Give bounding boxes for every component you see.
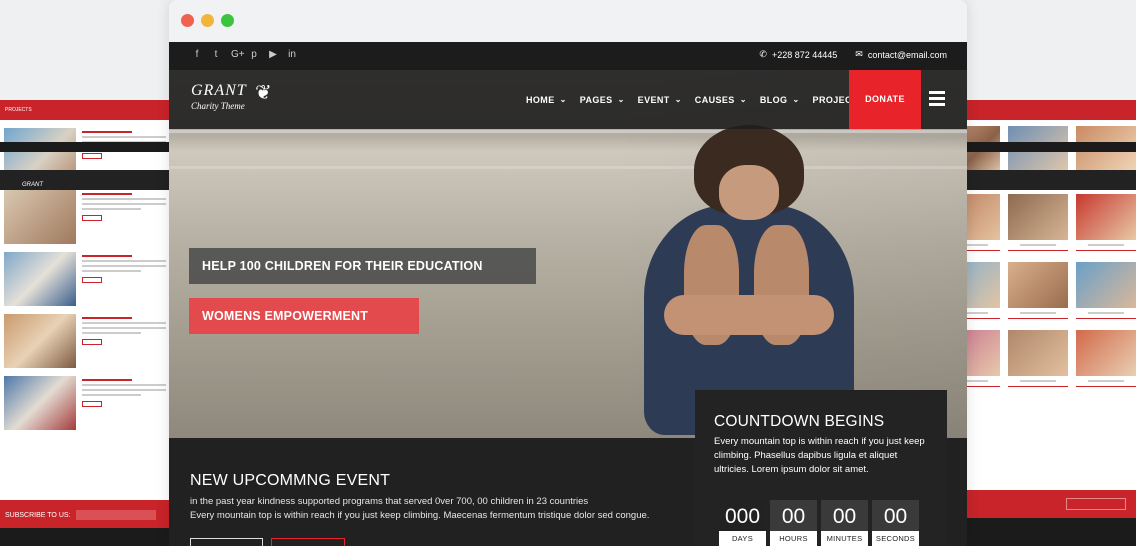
youtube-icon[interactable]: ▶ [269, 49, 277, 60]
bg-section-bar: PROJECTS [0, 100, 170, 120]
donate-button[interactable]: DONATE [849, 70, 921, 129]
bg-subscribe-bar [966, 490, 1136, 518]
phone-icon: ✆ [759, 49, 767, 59]
countdown-value: 00 [883, 505, 908, 528]
logo-name: GRANT [191, 82, 247, 99]
bg-footer [0, 528, 170, 546]
chevron-down-icon: ⌄ [559, 95, 567, 104]
nav-item-causes[interactable]: CAUSES ⌄ [695, 95, 747, 105]
social-links: f t G+ p ▶ in [193, 49, 296, 60]
chevron-down-icon: ⌄ [792, 95, 800, 104]
site-logo[interactable]: GRANT Charity Theme ❦ [191, 82, 272, 111]
countdown-days: 000 DAYS [719, 500, 766, 546]
countdown-value: 000 [719, 500, 766, 531]
countdown-label: DAYS [719, 531, 766, 546]
minimize-window-button[interactable] [201, 14, 214, 27]
facebook-icon[interactable]: f [193, 49, 201, 60]
event-button-primary[interactable] [190, 538, 263, 546]
top-info-bar: f t G+ p ▶ in ✆ +228 872 44445 ✉ contact… [169, 42, 967, 70]
bg-gallery-grid [966, 120, 1136, 392]
bg-subscribe-button [1066, 498, 1126, 510]
email-address: contact@email.com [867, 49, 947, 60]
countdown-value: 00 [781, 505, 806, 528]
countdown-hours: 00 HOURS [770, 500, 817, 546]
logo-tagline: Charity Theme [191, 101, 245, 111]
event-line-2: Every mountain top is within reach if yo… [190, 510, 650, 521]
nav-item-pages[interactable]: PAGES ⌄ [580, 95, 625, 105]
phone-number: +228 872 44445 [771, 49, 838, 60]
linkedin-icon[interactable]: in [288, 49, 296, 60]
bg-topbar [966, 142, 1136, 152]
countdown-panel: COUNTDOWN BEGINS Every mountain top is w… [695, 390, 947, 546]
bg-topbar [0, 142, 170, 152]
pinterest-icon[interactable]: p [250, 49, 258, 60]
nav-menu: HOME ⌄ PAGES ⌄ EVENT ⌄ CAUSES ⌄ BLOG ⌄ PROJEC… [526, 70, 877, 129]
envelope-icon: ✉ [855, 49, 863, 59]
window-titlebar [169, 0, 967, 42]
bg-navbar: GRANT DONATE [0, 170, 170, 190]
hero-tag-education[interactable]: HELP 100 CHILDREN FOR THEIR EDUCATION [189, 248, 536, 284]
bg-list-item [0, 182, 170, 244]
countdown-minutes: 00 MINUTES [821, 500, 868, 546]
bg-list-item [0, 368, 170, 430]
email-contact[interactable]: ✉ contact@email.com [855, 49, 947, 60]
feather-icon: ❦ [255, 82, 272, 104]
countdown-seconds: 00 SECONDS [872, 500, 919, 546]
bg-subscribe-bar: SUBSCRIBE TO US: [0, 500, 170, 528]
background-page-right: DONATE [966, 100, 1136, 546]
countdown-label: MINUTES [821, 531, 868, 546]
bg-footer [966, 518, 1136, 546]
bg-list-item [0, 244, 170, 306]
main-navbar: GRANT Charity Theme ❦ HOME ⌄ PAGES ⌄ EVENT… [169, 70, 967, 129]
bg-subscribe-label: SUBSCRIBE TO US: [5, 511, 71, 519]
chevron-down-icon: ⌄ [617, 95, 625, 104]
twitter-icon[interactable]: t [212, 49, 220, 60]
countdown-label: SECONDS [872, 531, 919, 546]
bg-section-bar [966, 100, 1136, 120]
hamburger-menu-icon[interactable] [929, 91, 945, 107]
chevron-down-icon: ⌄ [739, 95, 747, 104]
nav-item-blog[interactable]: BLOG ⌄ [760, 95, 800, 105]
countdown-value: 00 [832, 505, 857, 528]
event-button-secondary[interactable] [271, 538, 345, 546]
nav-item-event[interactable]: EVENT ⌄ [638, 95, 682, 105]
bg-logo: GRANT [22, 182, 43, 188]
countdown-label: HOURS [770, 531, 817, 546]
bg-navbar: DONATE [966, 170, 1136, 190]
event-line-1: in the past year kindness supported prog… [190, 496, 589, 507]
countdown-title: COUNTDOWN BEGINS [714, 413, 885, 430]
nav-item-home[interactable]: HOME ⌄ [526, 95, 567, 105]
close-window-button[interactable] [181, 14, 194, 27]
google-plus-icon[interactable]: G+ [231, 49, 245, 60]
phone-contact[interactable]: ✆ +228 872 44445 [759, 49, 837, 60]
background-page-left: GRANT DONATE PROJECTS SUBSCRIBE TO US: [0, 100, 170, 546]
browser-window: f t G+ p ▶ in ✆ +228 872 44445 ✉ contact… [169, 0, 967, 546]
hero-tag-women[interactable]: WOMENS EMPOWERMENT [189, 298, 419, 334]
maximize-window-button[interactable] [221, 14, 234, 27]
chevron-down-icon: ⌄ [674, 95, 682, 104]
event-title: NEW UPCOMMNG EVENT [190, 472, 391, 489]
contact-info: ✆ +228 872 44445 ✉ contact@email.com [759, 49, 947, 60]
bg-list-item [0, 306, 170, 368]
countdown-description: Every mountain top is within reach if yo… [714, 436, 925, 475]
